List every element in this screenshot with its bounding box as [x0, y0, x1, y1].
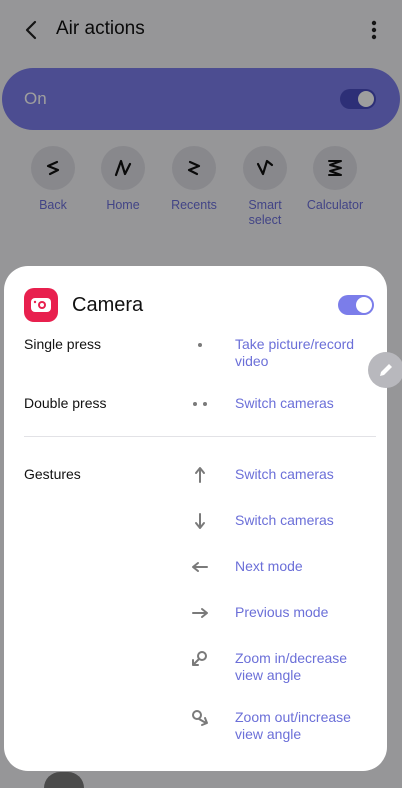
single-press-label: Single press [24, 336, 102, 352]
gestures-label: Gestures [24, 466, 81, 482]
camera-icon [24, 288, 58, 322]
app-name: Camera [72, 294, 144, 316]
gesture-action[interactable]: Next mode [235, 558, 375, 575]
gesture-action[interactable]: Previous mode [235, 604, 375, 621]
gesture-action[interactable]: Zoom in/decrease view angle [235, 650, 375, 684]
circle-cw-icon [184, 709, 216, 727]
section-divider [24, 436, 376, 437]
camera-actions-sheet: Camera Single press Take picture/record … [4, 266, 387, 771]
double-press-label: Double press [24, 395, 107, 411]
camera-enable-toggle[interactable] [338, 295, 374, 315]
pencil-icon [380, 364, 392, 376]
sheet-header: Camera [24, 288, 374, 322]
edit-button[interactable] [368, 352, 402, 388]
arrow-right-icon [184, 604, 216, 622]
toggle-knob [356, 297, 372, 313]
double-dot-icon [184, 395, 216, 413]
arrow-up-icon [184, 466, 216, 484]
single-dot-icon [184, 336, 216, 354]
gesture-action[interactable]: Zoom out/increase view angle [235, 709, 375, 743]
arrow-down-icon [184, 512, 216, 530]
gesture-action[interactable]: Switch cameras [235, 512, 375, 529]
circle-ccw-icon [184, 650, 216, 668]
arrow-left-icon [184, 558, 216, 576]
double-press-action[interactable]: Switch cameras [235, 395, 375, 412]
single-press-action[interactable]: Take picture/record video [235, 336, 375, 370]
gesture-action[interactable]: Switch cameras [235, 466, 375, 483]
